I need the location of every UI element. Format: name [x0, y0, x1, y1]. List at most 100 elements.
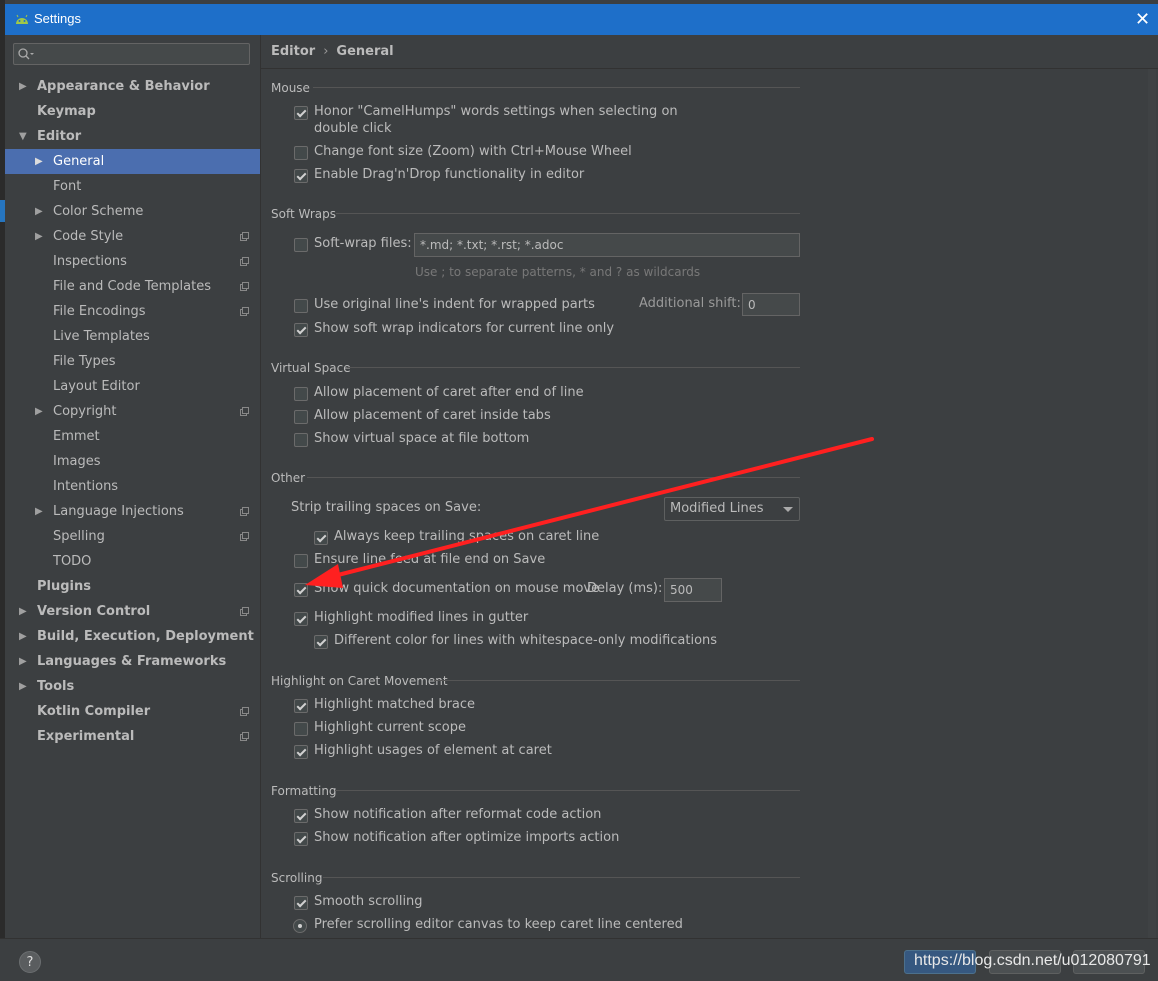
keep-trailing-caret-checkbox[interactable]: [314, 531, 328, 545]
sidebar-item-tools[interactable]: ▶ Tools: [5, 674, 260, 699]
watermark-text: https://blog.csdn.net/u012080791: [914, 952, 1151, 969]
sidebar-item-editor[interactable]: ▼ Editor: [5, 124, 260, 149]
sidebar-item-layout-editor[interactable]: Layout Editor: [5, 374, 260, 399]
collapse-arrow-icon[interactable]: ▼: [19, 124, 27, 149]
sidebar-item-intentions[interactable]: Intentions: [5, 474, 260, 499]
sidebar-item-emmet[interactable]: Emmet: [5, 424, 260, 449]
reformat-notification-checkbox[interactable]: [294, 809, 308, 823]
optimize-imports-checkbox[interactable]: [294, 832, 308, 846]
sidebar-item-copyright[interactable]: ▶ Copyright: [5, 399, 260, 424]
caret-after-end-checkbox[interactable]: [294, 387, 308, 401]
sidebar-item-label: File and Code Templates: [53, 279, 211, 294]
expand-arrow-icon[interactable]: ▶: [35, 499, 43, 524]
sidebar-item-label: Editor: [37, 129, 82, 144]
sidebar-item-images[interactable]: Images: [5, 449, 260, 474]
additional-shift-input[interactable]: 0: [742, 293, 800, 316]
optimize-imports-label: Show notification after optimize imports…: [314, 830, 620, 845]
dialog-footer: ? https://blog.csdn.net/u012080791: [0, 938, 1158, 981]
soft-wrap-indicators-checkbox[interactable]: [294, 323, 308, 337]
quick-doc-checkbox[interactable]: [294, 583, 308, 597]
sidebar-item-color-scheme[interactable]: ▶ Color Scheme: [5, 199, 260, 224]
soft-wrap-indicators-label: Show soft wrap indicators for current li…: [314, 321, 615, 336]
virtual-space-bottom-checkbox[interactable]: [294, 433, 308, 447]
sidebar-item-plugins[interactable]: Plugins: [5, 574, 260, 599]
project-settings-icon: [240, 282, 249, 291]
section-divider: [336, 213, 800, 214]
sidebar-item-inspections[interactable]: Inspections: [5, 249, 260, 274]
sidebar-item-label: Color Scheme: [53, 204, 144, 219]
whitespace-color-checkbox[interactable]: [314, 635, 328, 649]
matched-brace-checkbox[interactable]: [294, 699, 308, 713]
sidebar-item-experimental[interactable]: Experimental: [5, 724, 260, 749]
sidebar-item-label: General: [53, 154, 105, 169]
expand-arrow-icon[interactable]: ▶: [35, 224, 43, 249]
expand-arrow-icon[interactable]: ▶: [35, 399, 43, 424]
content-scrollbar[interactable]: [1148, 69, 1156, 938]
soft-wrap-files-checkbox[interactable]: [294, 238, 308, 252]
sidebar-item-keymap[interactable]: Keymap: [5, 99, 260, 124]
sidebar-item-code-style[interactable]: ▶ Code Style: [5, 224, 260, 249]
sidebar-item-file-encodings[interactable]: File Encodings: [5, 299, 260, 324]
search-input[interactable]: [13, 43, 250, 65]
expand-arrow-icon[interactable]: ▶: [19, 74, 27, 99]
sidebar-item-file-types[interactable]: File Types: [5, 349, 260, 374]
project-settings-icon: [240, 732, 249, 741]
section-divider: [335, 790, 800, 791]
smooth-scrolling-label: Smooth scrolling: [314, 894, 423, 909]
sidebar-item-label: Appearance & Behavior: [37, 79, 210, 94]
breadcrumb-parent[interactable]: Editor: [271, 44, 315, 59]
sidebar-item-languages-frameworks[interactable]: ▶ Languages & Frameworks: [5, 649, 260, 674]
sidebar-item-font[interactable]: Font: [5, 174, 260, 199]
chevron-down-icon: [783, 507, 793, 512]
project-settings-icon: [240, 407, 249, 416]
highlight-usages-label: Highlight usages of element at caret: [314, 743, 552, 758]
project-settings-icon: [240, 257, 249, 266]
sidebar-item-language-injections[interactable]: ▶ Language Injections: [5, 499, 260, 524]
sidebar-item-version-control[interactable]: ▶ Version Control: [5, 599, 260, 624]
honor-camelhumps-checkbox[interactable]: [294, 106, 308, 120]
expand-arrow-icon[interactable]: ▶: [19, 674, 27, 699]
project-settings-icon: [240, 507, 249, 516]
sidebar-item-label: File Encodings: [53, 304, 146, 319]
sidebar-item-label: Plugins: [37, 579, 91, 594]
strip-trailing-select[interactable]: Modified Lines: [664, 497, 800, 521]
expand-arrow-icon[interactable]: ▶: [19, 624, 27, 649]
sidebar-item-label: Layout Editor: [53, 379, 140, 394]
drag-drop-checkbox[interactable]: [294, 169, 308, 183]
caret-inside-tabs-checkbox[interactable]: [294, 410, 308, 424]
zoom-font-checkbox[interactable]: [294, 146, 308, 160]
current-scope-checkbox[interactable]: [294, 722, 308, 736]
expand-arrow-icon[interactable]: ▶: [19, 649, 27, 674]
expand-arrow-icon[interactable]: ▶: [35, 149, 43, 174]
close-icon[interactable]: ✕: [1135, 9, 1150, 30]
sidebar-item-build[interactable]: ▶ Build, Execution, Deployment: [5, 624, 260, 649]
sidebar-item-label: Emmet: [53, 429, 100, 444]
expand-arrow-icon[interactable]: ▶: [19, 599, 27, 624]
help-button[interactable]: ?: [19, 951, 41, 973]
line-feed-checkbox[interactable]: [294, 554, 308, 568]
soft-wrap-files-input[interactable]: *.md; *.txt; *.rst; *.adoc: [414, 233, 800, 257]
expand-arrow-icon[interactable]: ▶: [35, 199, 43, 224]
sidebar-item-general[interactable]: ▶ General: [5, 149, 260, 174]
sidebar-item-label: Font: [53, 179, 82, 194]
smooth-scrolling-checkbox[interactable]: [294, 896, 308, 910]
highlight-modified-checkbox[interactable]: [294, 612, 308, 626]
whitespace-color-label: Different color for lines with whitespac…: [334, 633, 718, 648]
section-title-other: Other: [271, 471, 306, 485]
caret-centered-radio[interactable]: [293, 919, 307, 933]
caret-inside-tabs-label: Allow placement of caret inside tabs: [314, 408, 551, 423]
sidebar-item-todo[interactable]: TODO: [5, 549, 260, 574]
settings-sidebar: ▶ Appearance & Behavior Keymap ▼ Editor …: [5, 35, 260, 938]
section-title-scrolling: Scrolling: [271, 871, 323, 885]
section-divider: [434, 680, 800, 681]
section-title-formatting: Formatting: [271, 784, 337, 798]
highlight-usages-checkbox[interactable]: [294, 745, 308, 759]
delay-input[interactable]: 500: [664, 578, 722, 602]
sidebar-item-live-templates[interactable]: Live Templates: [5, 324, 260, 349]
original-indent-checkbox[interactable]: [294, 299, 308, 313]
sidebar-item-file-code-templates[interactable]: File and Code Templates: [5, 274, 260, 299]
sidebar-item-appearance[interactable]: ▶ Appearance & Behavior: [5, 74, 260, 99]
breadcrumb: Editor › General: [271, 44, 394, 59]
sidebar-item-spelling[interactable]: Spelling: [5, 524, 260, 549]
sidebar-item-kotlin-compiler[interactable]: Kotlin Compiler: [5, 699, 260, 724]
